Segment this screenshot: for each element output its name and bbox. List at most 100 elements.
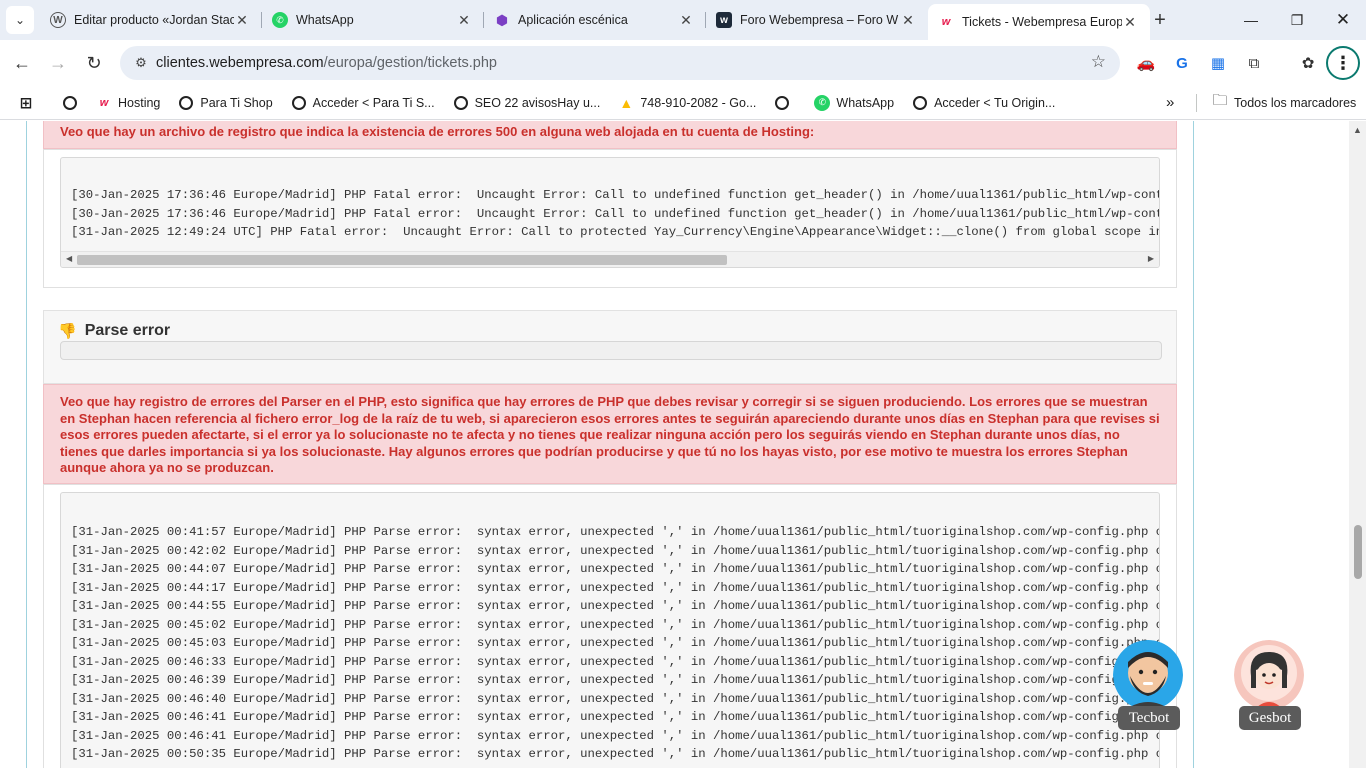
browser-menu-button[interactable]: ⋮ [1326,46,1360,80]
globe-icon [453,95,469,111]
tab-search-button[interactable]: ⌄ [6,6,34,34]
globe-icon [774,95,790,111]
log-line: [31-Jan-2025 00:46:41 Europe/Madrid] PHP… [71,728,1160,743]
log-line: [30-Jan-2025 17:36:46 Europe/Madrid] PHP… [71,206,1160,221]
bookmark-item[interactable]: Acceder < Tu Origin... [912,95,1055,111]
bookmark-item[interactable]: w Hosting [96,95,161,111]
horizontal-scrollbar[interactable]: ◀ ▶ [61,251,1159,267]
thumbs-down-icon: 👎 [58,323,77,340]
bookmark-item[interactable] [774,95,796,111]
log-line: [31-Jan-2025 00:45:03 Europe/Madrid] PHP… [71,636,1160,650]
whatsapp-icon: ✆ [814,94,831,111]
browser-toolbar: ← → ↻ ⚙ clientes.webempresa.com/europa/g… [0,40,1366,86]
scroll-right-icon[interactable]: ▶ [1148,254,1154,263]
site-info-icon[interactable]: ⚙ [126,55,156,71]
all-bookmarks-button[interactable]: 🗀 Todos los marcadores [1212,92,1356,111]
address-bar[interactable]: ⚙ clientes.webempresa.com/europa/gestion… [120,46,1120,80]
tab-whatsapp[interactable]: ✆ WhatsApp ✕ [262,0,484,40]
webempresa-icon: w [941,16,951,28]
tab-title: Aplicación escénica [518,13,628,27]
log-line: [31-Jan-2025 00:42:02 Europe/Madrid] PHP… [71,543,1160,558]
log-line: [31-Jan-2025 00:50:35 Europe/Madrid] PHP… [71,747,1160,761]
extensions-puzzle-icon[interactable]: ⧉ [1242,51,1266,75]
parse-error-log[interactable]: [31-Jan-2025 00:41:57 Europe/Madrid] PHP… [60,492,1160,768]
profile-avatar-icon[interactable]: ✿ [1296,51,1320,75]
tab-editar-producto[interactable]: W Editar producto «Jordan Stac ✕ [40,0,262,40]
page-content: Veo que hay un archivo de registro que i… [0,121,1366,768]
bookmarks-overflow-button[interactable]: » [1166,94,1174,111]
bookmark-label: WhatsApp [836,95,895,110]
globe-icon [62,95,78,111]
log-line: [31-Jan-2025 00:46:41 Europe/Madrid] PHP… [71,710,1160,724]
parse-error-alert: Veo que hay registro de errores del Pars… [43,384,1177,484]
restore-icon: ❐ [1290,11,1304,28]
translate-icon[interactable]: G [1170,51,1194,75]
tab-title: WhatsApp [296,13,354,27]
log-line: [31-Jan-2025 00:44:17 Europe/Madrid] PHP… [71,580,1160,595]
reload-button[interactable]: ↻ [80,49,108,77]
webempresa-icon: w [99,96,109,109]
plus-icon: + [1154,8,1166,31]
chevron-down-icon: ⌄ [14,13,26,27]
reload-icon: ↻ [86,52,102,73]
app-icon: ⬢ [495,11,509,28]
log-line: [30-Jan-2025 17:36:46 Europe/Madrid] PHP… [71,188,1160,202]
parse-error-title: 👎 Parse error [58,322,170,340]
log-line: [31-Jan-2025 00:44:07 Europe/Madrid] PHP… [71,562,1160,576]
back-button[interactable]: ← [8,49,36,77]
bookmark-item[interactable]: Acceder < Para Ti S... [291,95,435,111]
gesbot-avatar-icon [1234,640,1304,710]
log-line: [31-Jan-2025 00:46:39 Europe/Madrid] PHP… [71,673,1160,687]
log-line: [31-Jan-2025 00:41:57 Europe/Madrid] PHP… [71,525,1160,539]
tab-title: Editar producto «Jordan Stac [74,13,234,27]
bookmark-label: 748-910-2082 - Go... [640,95,757,110]
tab-tickets-webempresa[interactable]: w Tickets - Webempresa Europ ✕ [928,4,1150,40]
tab-aplicacion-escenica[interactable]: ⬢ Aplicación escénica ✕ [484,0,706,40]
gesbot-widget[interactable]: Gesbot [1234,640,1306,732]
bookmark-item[interactable]: ✆ WhatsApp [814,94,895,111]
error-500-log[interactable]: [30-Jan-2025 17:36:46 Europe/Madrid] PHP… [60,157,1160,268]
close-icon[interactable]: ✕ [456,12,472,28]
scrollbar-thumb[interactable] [1354,525,1362,579]
restore-button[interactable]: ❐ [1274,0,1320,40]
log-line: [31-Jan-2025 00:44:55 Europe/Madrid] PHP… [71,599,1160,613]
parse-error-section: 👎 Parse error [43,310,1177,384]
page-vertical-scrollbar[interactable]: ▲ [1349,121,1366,768]
close-icon[interactable]: ✕ [234,12,250,28]
log-line: [31-Jan-2025 00:46:40 Europe/Madrid] PHP… [71,691,1160,706]
new-tab-button[interactable]: + [1148,8,1172,32]
bookmark-globe[interactable] [62,95,84,111]
url-host: clientes.webempresa.com [156,55,324,71]
url-path: /europa/gestion/tickets.php [323,55,497,71]
more-vert-icon: ⋮ [1334,52,1352,73]
bookmark-item[interactable]: Para Ti Shop [178,95,273,111]
apps-button[interactable]: ⊞ [18,94,40,112]
bookmarks-bar: ⊞ w Hosting Para Ti Shop Acceder < Para T… [0,86,1366,120]
close-icon[interactable]: ✕ [678,12,694,28]
extension-grid-icon[interactable]: ▦ [1206,51,1230,75]
gesbot-label: Gesbot [1239,706,1301,730]
apps-grid-icon: ⊞ [19,94,33,112]
bookmark-item[interactable]: SEO 22 avisosHay u... [453,95,600,111]
minimize-button[interactable]: — [1228,0,1274,40]
tab-strip: W Editar producto «Jordan Stac ✕ ✆ Whats… [40,0,1150,40]
scrollbar-thumb[interactable] [77,255,727,265]
tab-foro-webempresa[interactable]: w Foro Webempresa – Foro W ✕ [706,0,928,40]
close-window-button[interactable]: ✕ [1320,0,1366,40]
globe-icon [912,95,928,111]
scroll-left-icon[interactable]: ◀ [66,254,72,263]
log-line: [31-Jan-2025 12:49:24 UTC] PHP Fatal err… [71,225,1160,239]
url-text[interactable]: clientes.webempresa.com/europa/gestion/t… [156,55,497,71]
globe-icon [291,95,307,111]
tecbot-widget[interactable]: Tecbot [1113,640,1185,732]
close-icon[interactable]: ✕ [900,12,916,28]
forward-button[interactable]: → [44,49,72,77]
close-icon[interactable]: ✕ [1122,14,1138,30]
scroll-up-icon[interactable]: ▲ [1353,125,1362,135]
bookmark-star-icon[interactable]: ☆ [1091,52,1106,72]
globe-icon [178,95,194,111]
arrow-left-icon: ← [13,52,31,73]
bookmark-item[interactable]: ▲ 748-910-2082 - Go... [618,95,756,111]
extension-car-icon[interactable]: 🚗 [1134,51,1158,75]
error-500-alert: Veo que hay un archivo de registro que i… [43,121,1177,149]
